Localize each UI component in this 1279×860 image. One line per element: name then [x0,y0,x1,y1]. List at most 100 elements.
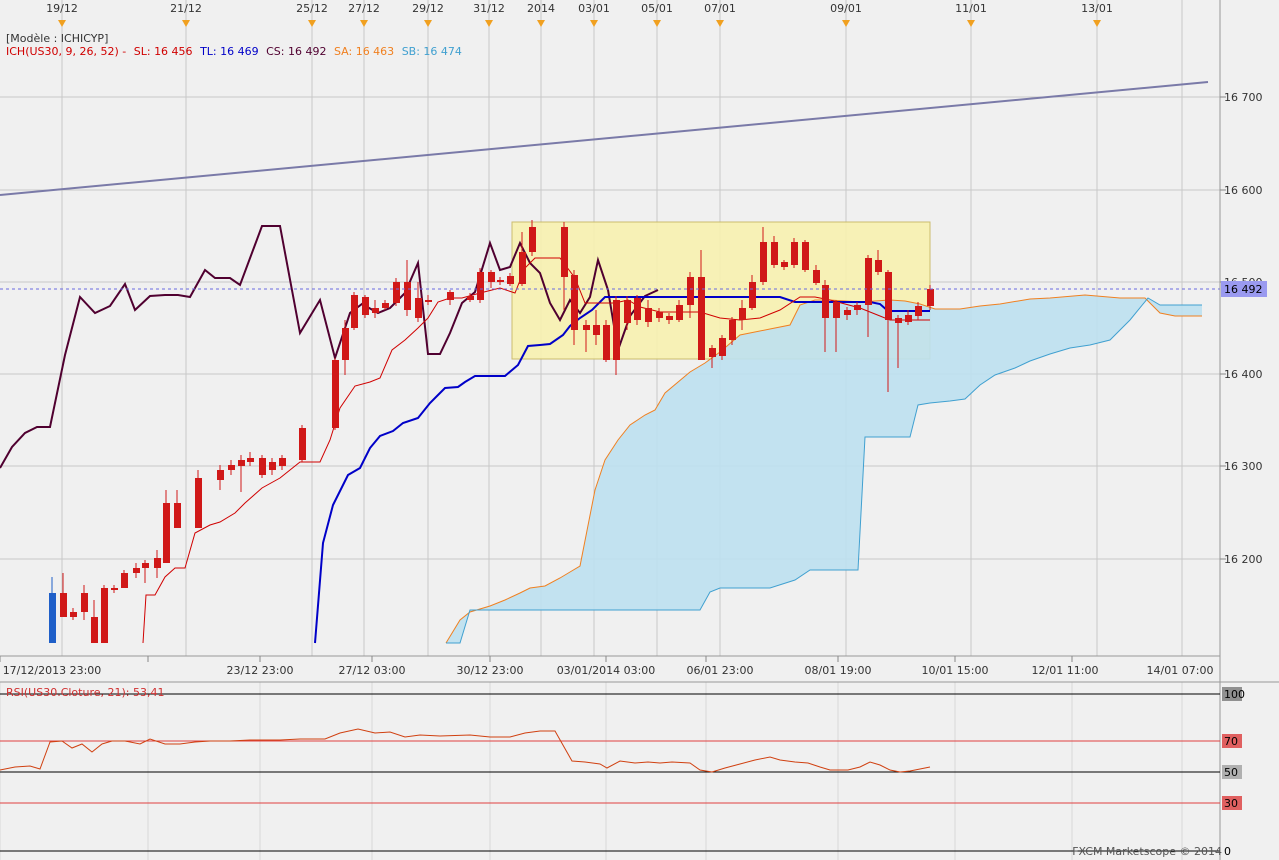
top-date-label: 31/12 [473,2,505,15]
rsi-level-label: 0 [1224,845,1231,858]
candle-down [895,318,902,323]
candle-down [875,260,882,272]
candle-down [60,593,67,617]
candle-down [915,306,922,316]
candle-down [645,308,652,322]
candle-down [133,568,140,573]
rsi-legend: RSI(US30.Cloture, 21): 53,41 [6,686,165,699]
candle-down [195,478,202,528]
candle-down [905,315,912,322]
candle-down [885,272,892,320]
candle-down [163,503,170,563]
time-label: 17/12/2013 23:00 [3,664,102,677]
candle-down [676,305,683,320]
candle-down [802,242,809,270]
candle-down [111,588,118,590]
candle-down [833,302,840,318]
candle-down [174,503,181,528]
ich-sl: SL: 16 456 [133,45,193,58]
candle-down [238,460,245,466]
candle-down [844,310,851,315]
candle-down [603,325,610,360]
candle-down [519,252,526,284]
top-date-label: 03/01 [578,2,610,15]
time-label: 12/01 11:00 [1032,664,1099,677]
time-label: 30/12 23:00 [457,664,524,677]
top-date-label: 13/01 [1081,2,1113,15]
current-price-tag: 16 492 [1224,283,1263,296]
top-date-label: 09/01 [830,2,862,15]
candle-down [813,270,820,283]
rsi-panel-background [0,682,1220,860]
price-axis-background [1220,0,1279,860]
ichimoku-chart[interactable]: 19/12 21/12 25/12 27/12 29/12 31/12 2014 03/01 0… [0,0,1279,860]
candle-down [372,308,379,313]
candle-down [404,282,411,310]
candle-down [477,272,484,300]
candle-down [332,360,339,428]
rsi-level-label: 30 [1224,797,1238,810]
candle-down [217,470,224,480]
candle-down [154,558,161,568]
candle-down [624,300,631,323]
candle-down [529,227,536,252]
candle-down [362,297,369,315]
candle-down [393,282,400,303]
candle-down [854,305,861,310]
candle-down [342,328,349,360]
candle-down [101,588,108,643]
top-date-label: 25/12 [296,2,328,15]
candle-down [760,242,767,282]
candle-down [425,300,432,302]
candle-down [507,276,514,284]
candle-down [247,458,254,462]
rsi-level-label: 70 [1224,735,1238,748]
copyright: FXCM Marketscope © 2014 [1072,845,1222,858]
candle-down [70,612,77,617]
price-label: 16 200 [1224,553,1263,566]
candle-down [488,272,495,282]
candle-down [729,320,736,340]
candle-down [279,458,286,466]
candle-down [666,316,673,320]
candle-down [613,300,620,360]
time-label: 03/01/2014 03:00 [557,664,656,677]
time-label: 06/01 23:00 [687,664,754,677]
price-label: 16 300 [1224,460,1263,473]
candle-down [583,325,590,330]
candle-down [81,593,88,612]
candle-down [719,338,726,356]
rsi-level-label: 100 [1224,688,1245,701]
candle-down [447,292,454,300]
ich-name: ICH(US30, 9, 26, 52) - [6,45,127,58]
top-date-label: 21/12 [170,2,202,15]
time-label: 10/01 15:00 [922,664,989,677]
candle-down [121,573,128,588]
time-label: 14/01 07:00 [1147,664,1214,677]
candle-down [927,289,934,306]
price-label: 16 400 [1224,368,1263,381]
candle-down [91,617,98,643]
candle-down [749,282,756,308]
candle-down [142,563,149,568]
candle-down [467,296,474,300]
price-label: 16 700 [1224,91,1263,104]
candle-down [593,325,600,335]
candle-down [865,258,872,305]
candle-down [415,298,422,318]
top-date-label: 29/12 [412,2,444,15]
time-label: 23/12 23:00 [227,664,294,677]
top-date-label: 05/01 [641,2,673,15]
candle-down [351,295,358,328]
candle-down [382,303,389,308]
candle-down [269,462,276,470]
top-date-label: 11/01 [955,2,987,15]
top-date-label: 27/12 [348,2,380,15]
candle-down [739,308,746,320]
candle-down [687,277,694,305]
ichimoku-legend: ICH(US30, 9, 26, 52) - SL: 16 456 TL: 16… [6,45,466,58]
ich-cs: CS: 16 492 [266,45,327,58]
candle-down [791,242,798,265]
rsi-level-label: 50 [1224,766,1238,779]
candle-down [709,348,716,357]
